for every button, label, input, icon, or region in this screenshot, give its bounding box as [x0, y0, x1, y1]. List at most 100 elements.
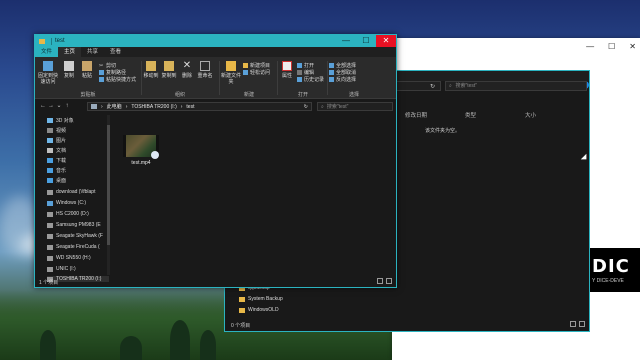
- search-input[interactable]: ⌕ 搜索"test": [445, 81, 587, 91]
- copy-button[interactable]: 复制: [61, 61, 77, 79]
- select-none-button[interactable]: 全部取消: [329, 69, 356, 76]
- sidebar-item-drive-e[interactable]: Samsung PM983 (E: [47, 222, 101, 228]
- back-arrow-icon[interactable]: ←: [39, 103, 47, 109]
- group-label: 选择: [348, 92, 359, 98]
- history-icon: [297, 77, 302, 82]
- delete-button[interactable]: ✕ 删除: [179, 60, 195, 80]
- divider: [51, 37, 52, 45]
- nav-item-label: System Backup: [248, 296, 283, 302]
- nav-item-label: Seagate SkyHawk (F: [56, 233, 103, 239]
- file-item[interactable]: test.mp4: [121, 135, 161, 166]
- sidebar-item-drive-d[interactable]: HS C2000 (D:): [47, 211, 89, 217]
- sidebar-item-videos[interactable]: 视频: [47, 127, 66, 134]
- file-name: test.mp4: [131, 160, 151, 166]
- pin-icon: [43, 61, 53, 71]
- button-label: 全部选择: [336, 63, 357, 69]
- button-label: 复制: [63, 73, 74, 79]
- sidebar-item-drive-g[interactable]: Seagate FireCuda (: [47, 244, 100, 250]
- title-bar[interactable]: test — ☐ ✕: [35, 35, 396, 47]
- sidebar-item-network-download[interactable]: download (\\fblapt: [47, 189, 95, 195]
- group-label: 组织: [174, 92, 185, 98]
- tab-view[interactable]: 查看: [104, 47, 127, 57]
- cut-button[interactable]: ✂ 剪切: [99, 62, 116, 69]
- copy-path-button[interactable]: 复制路径: [99, 69, 126, 76]
- properties-button[interactable]: 属性: [279, 61, 295, 79]
- nav-item-label: Windows (C:): [56, 200, 87, 206]
- minimize-icon[interactable]: —: [336, 35, 356, 47]
- breadcrumb-item[interactable]: test: [186, 104, 194, 110]
- chevron-down-icon[interactable]: ⌄: [55, 102, 63, 109]
- tab-file[interactable]: 文件: [35, 47, 59, 57]
- button-label: 新建文件夹: [221, 73, 242, 85]
- breadcrumb[interactable]: › 此电脑 › TOSHIBA TR200 (I:) › test ↻: [87, 102, 312, 111]
- move-to-button[interactable]: 移动到: [143, 61, 159, 79]
- sidebar-item-drive-unic[interactable]: UNIC (I:): [47, 266, 76, 272]
- breadcrumb-item[interactable]: TOSHIBA TR200 (I:): [131, 104, 176, 110]
- large-icons-view-icon[interactable]: [579, 321, 585, 327]
- divider: [327, 61, 328, 95]
- sidebar-item-pictures[interactable]: 图片: [47, 137, 66, 144]
- easy-access-button[interactable]: 轻松访问: [243, 69, 270, 76]
- search-icon: ⌕: [449, 83, 452, 89]
- forward-arrow-icon[interactable]: →: [47, 103, 55, 109]
- delete-icon: ✕: [182, 60, 192, 71]
- up-arrow-icon[interactable]: ↑: [63, 103, 71, 109]
- sidebar-item-3d-objects[interactable]: 3D 对象: [47, 117, 74, 124]
- invert-selection-button[interactable]: 反向选择: [329, 76, 356, 83]
- search-placeholder: 搜索"test": [455, 83, 478, 89]
- column-modified[interactable]: 修改日期: [405, 111, 465, 119]
- search-input[interactable]: ⌕ 搜索"test": [317, 102, 393, 111]
- copy-to-button[interactable]: 复制到: [161, 61, 177, 79]
- button-label: 复制路径: [106, 70, 127, 76]
- scrollbar-thumb[interactable]: [107, 125, 110, 245]
- invert-icon: [329, 77, 334, 82]
- nav-item-system-backup[interactable]: System Backup: [239, 296, 283, 302]
- sidebar-item-drive-c[interactable]: Windows (C:): [47, 200, 86, 206]
- button-label: 删除: [181, 73, 192, 79]
- tab-share[interactable]: 共享: [81, 47, 104, 57]
- sidebar-item-documents[interactable]: 文档: [47, 147, 66, 154]
- details-view-icon[interactable]: [570, 321, 576, 327]
- close-icon[interactable]: ✕: [376, 35, 396, 47]
- button-label: 全部取消: [336, 70, 357, 76]
- pin-quick-access-button[interactable]: 固定到快速访问: [37, 61, 59, 85]
- nav-item-label: TOSHIBA TR200 (I:): [56, 276, 102, 282]
- nav-item-label: 下载: [56, 158, 67, 164]
- navigation-scrollbar[interactable]: [107, 115, 110, 275]
- column-type[interactable]: 类型: [465, 111, 525, 119]
- details-view-icon[interactable]: [377, 278, 383, 284]
- minimize-icon[interactable]: —: [586, 42, 594, 51]
- nav-item-label: download (\\fblapt: [56, 189, 96, 195]
- large-icons-view-icon[interactable]: [386, 278, 392, 284]
- refresh-icon[interactable]: ↻: [430, 83, 435, 90]
- sidebar-item-downloads[interactable]: 下载: [47, 157, 66, 164]
- sidebar-item-desktop[interactable]: 桌面: [47, 177, 66, 184]
- paste-button[interactable]: 粘贴: [79, 61, 95, 79]
- button-label: 剪切: [106, 63, 117, 69]
- new-folder-button[interactable]: 新建文件夹: [221, 61, 241, 85]
- sidebar-item-drive-h[interactable]: WD SN550 (H:): [47, 255, 91, 261]
- nav-item-windowsold[interactable]: WindowsOLD: [239, 307, 279, 313]
- refresh-icon[interactable]: ↻: [304, 104, 308, 110]
- tab-home[interactable]: 主页: [58, 47, 82, 57]
- history-button[interactable]: 历史记录: [297, 76, 324, 83]
- button-label: 编辑: [304, 70, 315, 76]
- open-button[interactable]: 打开: [297, 62, 314, 69]
- dice-logo-panel: DIC Y DICE-DEVE: [590, 248, 640, 292]
- breadcrumb-sep: ›: [101, 103, 103, 110]
- background-window-controls: — ☐ ✕: [586, 42, 636, 51]
- maximize-icon[interactable]: ☐: [608, 42, 615, 51]
- breadcrumb-item[interactable]: 此电脑: [107, 103, 122, 110]
- sidebar-item-drive-f[interactable]: Seagate SkyHawk (F: [47, 233, 103, 239]
- new-item-button[interactable]: 新建项目: [243, 62, 270, 69]
- paste-shortcut-button[interactable]: 粘贴快捷方式: [99, 76, 136, 83]
- sidebar-item-music[interactable]: 音乐: [47, 167, 66, 174]
- column-size[interactable]: 大小: [525, 111, 565, 119]
- close-icon[interactable]: ✕: [629, 42, 636, 51]
- select-all-button[interactable]: 全部选择: [329, 62, 356, 69]
- maximize-icon[interactable]: ☐: [356, 35, 376, 47]
- drive-icon: [47, 244, 53, 250]
- rename-button[interactable]: 重命名: [197, 61, 213, 79]
- easy-access-icon: [243, 70, 248, 75]
- edit-button[interactable]: 编辑: [297, 69, 314, 76]
